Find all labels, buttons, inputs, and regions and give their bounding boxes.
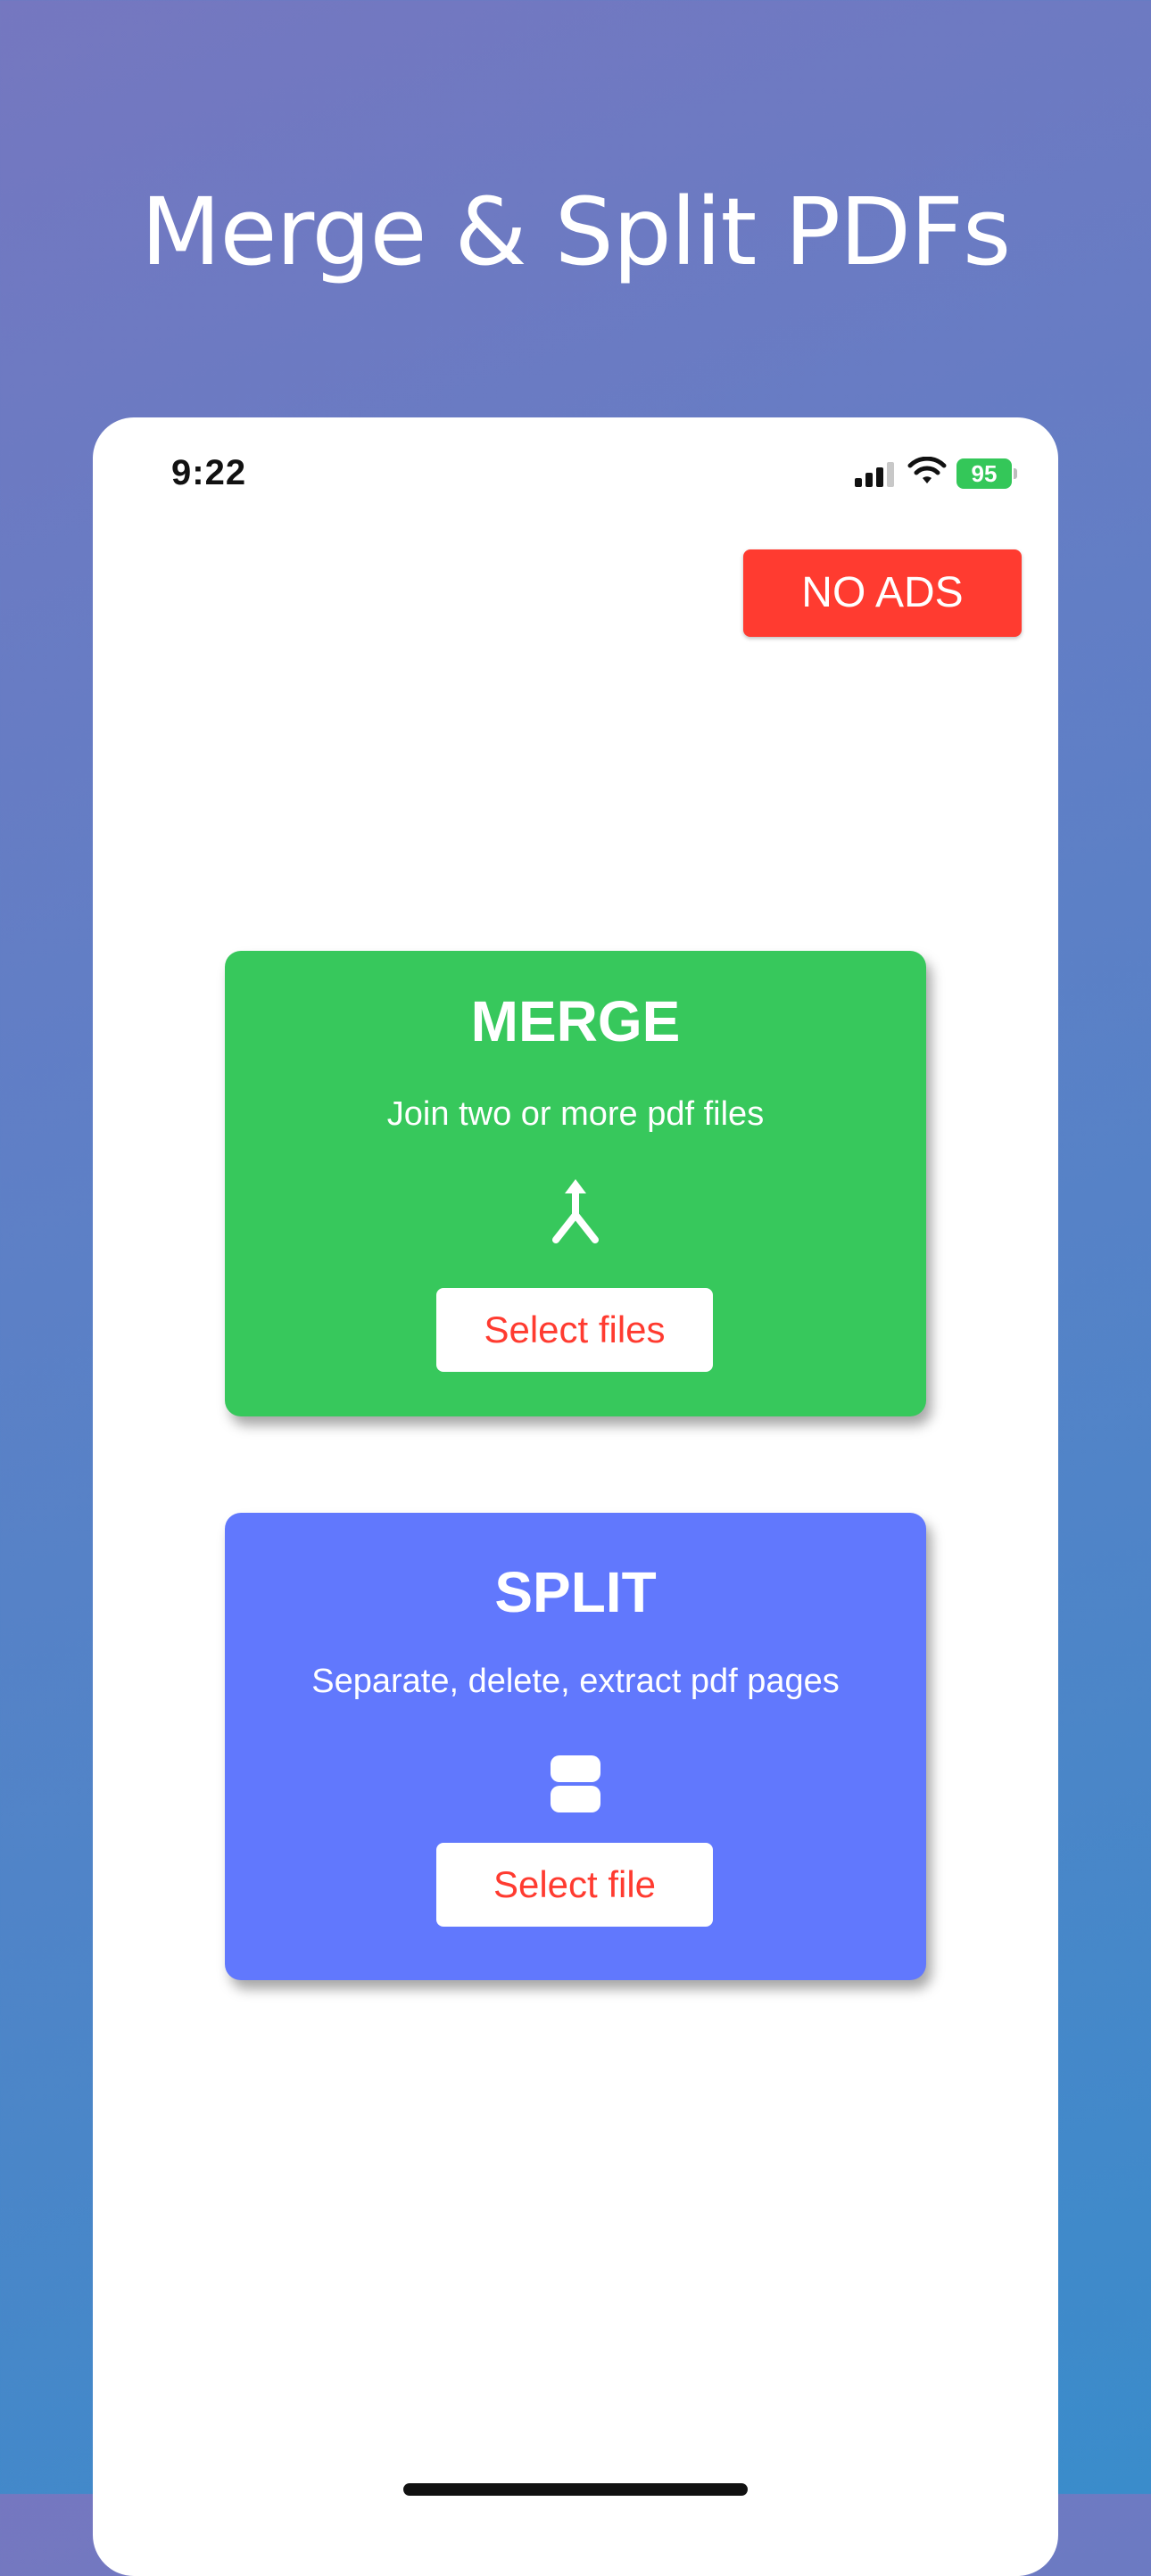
select-file-button[interactable]: Select file	[436, 1843, 713, 1927]
phone-screen: 9:22 95 NO ADS MERGE Join two or more pd…	[93, 417, 1058, 2576]
split-title: SPLIT	[494, 1560, 657, 1624]
wifi-icon	[907, 457, 947, 483]
split-description: Separate, delete, extract pdf pages	[311, 1663, 840, 1700]
status-time: 9:22	[171, 453, 247, 492]
battery-level: 95	[956, 458, 1012, 489]
merge-title: MERGE	[470, 989, 681, 1053]
split-card: SPLIT Separate, delete, extract pdf page…	[225, 1513, 926, 1980]
select-files-button[interactable]: Select files	[436, 1288, 713, 1372]
status-bar: 9:22 95	[93, 417, 1058, 533]
marketing-headline: Merge & Split PDFs	[140, 178, 1011, 286]
battery-nub	[1014, 468, 1017, 479]
merge-description: Join two or more pdf files	[386, 1095, 765, 1133]
merge-card: MERGE Join two or more pdf files Select …	[225, 951, 926, 1416]
merge-arrow-icon	[552, 1179, 599, 1243]
battery-icon: 95	[956, 458, 1019, 489]
no-ads-button[interactable]: NO ADS	[743, 549, 1022, 637]
split-page-icon	[551, 1755, 600, 1812]
cellular-signal-icon	[855, 462, 894, 487]
